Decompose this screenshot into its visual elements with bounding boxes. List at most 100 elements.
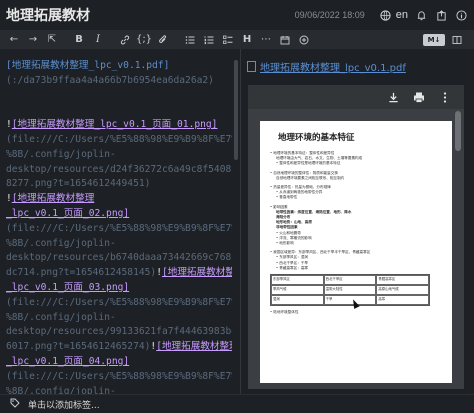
- markdown-image-text: _lpc_v0.1_页面_02.png]: [6, 207, 130, 219]
- page-text-row: • 青藏高寒区：高寒: [276, 265, 309, 270]
- pdf-page: 地理环境的基本特征 • 地理环境的基本特征：整体性和差异性 地理环境由大气、岩石、…: [260, 121, 452, 383]
- checklist-icon[interactable]: [220, 32, 236, 48]
- page-table-cell: 高原山地气候: [376, 285, 429, 296]
- insert-datetime-icon[interactable]: [277, 32, 293, 48]
- language-label[interactable]: en: [396, 9, 408, 21]
- editor-line: dc714.png?t=1654612458145)![地理拓展教材整理: [6, 266, 232, 281]
- markdown-link-text: [地理拓展教材整理_lpc_v0.1.pdf]: [6, 60, 170, 71]
- editor-line: desktop/resources/b6740daaa73442669c7683…: [6, 251, 232, 266]
- language-icon: [379, 8, 393, 22]
- editor-scrollbar-thumb[interactable]: [234, 60, 238, 160]
- editor-line: %8B/.config/joplin-: [6, 148, 232, 163]
- bullet-list-icon[interactable]: [182, 32, 198, 48]
- layout-icon[interactable]: [449, 32, 465, 48]
- editor-blank-line: [6, 103, 232, 118]
- forward-icon[interactable]: →: [25, 32, 41, 48]
- page-table-cell: 西北干旱区: [323, 275, 377, 286]
- markdown-url-text: %8B/.config/joplin-: [6, 311, 116, 323]
- markdown-image-text: _lpc_v0.1_页面_04.png]: [6, 355, 130, 367]
- download-icon[interactable]: [384, 90, 402, 104]
- markdown-image-text: [地理拓展教材整理: [156, 341, 232, 353]
- markdown-url-text: (file:///C:/Users/%E5%88%98%E9%B9%8F%E7%…: [6, 370, 232, 382]
- note-title[interactable]: 地理拓展教材: [6, 5, 295, 25]
- editor-line: (file:///C:/Users/%E5%88%98%E9%B9%8F%E7%…: [6, 133, 232, 148]
- link-icon[interactable]: [117, 32, 133, 48]
- page-table-cell: 高寒: [376, 295, 429, 306]
- numbered-list-icon[interactable]: [201, 32, 217, 48]
- horizontal-rule-button[interactable]: ⋯: [258, 32, 274, 48]
- heading-button[interactable]: H: [239, 32, 255, 48]
- external-edit-icon[interactable]: ⇱: [44, 32, 60, 48]
- markdown-url-text: 8277.png?t=1654612449451): [6, 178, 151, 190]
- editor-blank-line: [6, 89, 232, 104]
- italic-button[interactable]: I: [90, 32, 106, 48]
- markdown-url-text: desktop/resources/b6740daaa73442669c7683…: [6, 252, 232, 264]
- pdf-viewer[interactable]: 地理环境的基本特征 • 地理环境的基本特征：整体性和差异性 地理环境由大气、岩石、…: [248, 85, 464, 389]
- editor-line: _lpc_v0.1_页面_04.png]: [6, 355, 232, 370]
- title-bar: 地理拓展教材 09/06/2022 18:09 en: [0, 0, 474, 30]
- editor-line: (file:///C:/Users/%E5%88%98%E9%B9%8F%E7%…: [6, 370, 232, 385]
- markdown-image-text: [地理拓展教材整理_lpc_v0.1_页面_01.png]: [11, 119, 218, 131]
- editor-line: ![地理拓展教材整理_lpc_v0.1_页面_01.png]: [6, 118, 232, 133]
- editor-line: _lpc_v0.1_页面_02.png]: [6, 207, 232, 222]
- page-table-cell: 湿润: [271, 295, 324, 306]
- bold-button[interactable]: B: [71, 32, 87, 48]
- markdown-url-text: (file:///C:/Users/%E5%88%98%E9%B9%8F%E7%…: [6, 296, 232, 308]
- more-options-icon[interactable]: [436, 90, 454, 104]
- markdown-url-text: desktop/resources/d24f36272c6a49c8f54081…: [6, 163, 232, 175]
- editor-line: (file:///C:/Users/%E5%88%98%E9%B9%8F%E7%…: [6, 222, 232, 237]
- info-icon[interactable]: [454, 8, 468, 22]
- note-viewer: 地理拓展教材整理_lpc_v0.1.pdf 地理环境的基本特征 • 地理环境的基…: [241, 49, 474, 394]
- markdown-url-text: (file:///C:/Users/%E5%88%98%E9%B9%8F%E7%…: [6, 133, 232, 145]
- editor-line: _lpc_v0.1_页面_03.png]: [6, 281, 232, 296]
- markdown-url-text: %8B/.config/joplin-: [6, 385, 116, 394]
- attach-icon[interactable]: [155, 32, 171, 48]
- add-tag-prompt[interactable]: 单击以添加标签...: [28, 398, 100, 411]
- print-icon[interactable]: [410, 90, 428, 104]
- markdown-url-text: (:/da73b9ffaa4a4a66b7b6954ea6da26a2): [6, 74, 214, 86]
- share-icon[interactable]: [434, 8, 448, 22]
- editor-line: ![地理拓展教材整理: [6, 192, 232, 207]
- pdf-scrollbar[interactable]: [455, 111, 461, 151]
- page-table-cell: 东部季风区: [271, 275, 324, 286]
- page-footer-row: • 陆地环境整体性: [270, 310, 299, 315]
- insert-more-icon[interactable]: [296, 32, 312, 48]
- page-table-cell: 青藏高寒区: [376, 275, 429, 286]
- editor-line: %8B/.config/joplin-: [6, 385, 232, 394]
- file-icon: [247, 61, 256, 72]
- alarm-icon[interactable]: [414, 8, 428, 22]
- tag-icon: [10, 398, 20, 411]
- editor-toolbar: ← → ⇱ B I {;} H ⋯ M↓: [0, 30, 474, 49]
- pdf-link-label[interactable]: 地理拓展教材整理_lpc_v0.1.pdf: [260, 59, 406, 74]
- pdf-toolbar: [248, 85, 464, 109]
- markdown-url-text: (file:///C:/Users/%E5%88%98%E9%B9%8F%E7%…: [6, 222, 232, 234]
- markdown-url-text: dc714.png?t=1654612458145): [6, 267, 157, 279]
- editor-line: %8B/.config/joplin-: [6, 311, 232, 326]
- tag-bar[interactable]: 单击以添加标签...: [0, 394, 474, 413]
- pdf-attachment-link[interactable]: 地理拓展教材整理_lpc_v0.1.pdf: [247, 59, 406, 74]
- page-heading: 地理环境的基本特征: [278, 133, 355, 143]
- markdown-url-text: %8B/.config/joplin-: [6, 148, 116, 160]
- page-table-cell: 季风气候: [271, 285, 324, 296]
- editor-line: (:/da73b9ffaa4a4a66b7b6954ea6da26a2): [6, 74, 232, 89]
- editor-line: desktop/resources/99133621fa7f44463983bd…: [6, 325, 232, 340]
- markdown-image-text: [地理拓展教材整理: [11, 193, 95, 205]
- editor-line: 8277.png?t=1654612449451): [6, 177, 232, 192]
- editor-line: (file:///C:/Users/%E5%88%98%E9%B9%8F%E7%…: [6, 296, 232, 311]
- markdown-url-text: desktop/resources/99133621fa7f44463983bd…: [6, 326, 232, 338]
- markdown-image-text: _lpc_v0.1_页面_03.png]: [6, 281, 130, 293]
- markdown-editor[interactable]: [地理拓展教材整理_lpc_v0.1.pdf] (:/da73b9ffaa4a4a…: [0, 49, 236, 394]
- editor-layout-toggle[interactable]: M↓: [423, 33, 445, 46]
- markdown-url-text: 6017.png?t=1654612465274): [6, 341, 151, 353]
- back-icon[interactable]: ←: [6, 32, 22, 48]
- markdown-image-text: [地理拓展教材整理: [161, 267, 232, 279]
- code-button[interactable]: {;}: [136, 32, 152, 48]
- editor-line: 6017.png?t=1654612465274)![地理拓展教材整理: [6, 340, 232, 355]
- note-date: 09/06/2022 18:09: [294, 10, 365, 20]
- editor-line: desktop/resources/d24f36272c6a49c8f54081…: [6, 163, 232, 178]
- editor-line: %8B/.config/joplin-: [6, 237, 232, 252]
- editor-scrollbar[interactable]: [234, 60, 238, 390]
- markdown-url-text: %8B/.config/joplin-: [6, 237, 116, 249]
- page-content: • 地理环境的基本特征：整体性和差异性 地理环境由大气、岩石、水文、生物、土壤等要…: [270, 151, 442, 271]
- page-table-cell: 温带大陆性: [323, 285, 377, 296]
